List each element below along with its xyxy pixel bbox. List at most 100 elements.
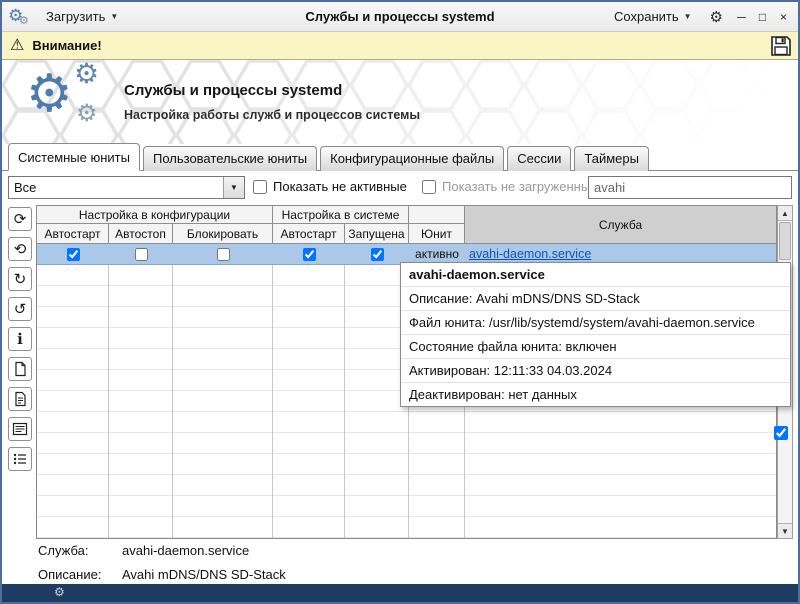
- left-toolbar: ⟳ ⟲ ↻ ↺ ℹ: [8, 207, 34, 471]
- load-menu-label: Загрузить: [46, 9, 105, 24]
- tooltip-description: Описание: Avahi mDNS/DNS SD-Stack: [401, 286, 790, 310]
- running-checkbox[interactable]: [371, 248, 384, 261]
- list-box-icon: [12, 421, 28, 437]
- show-unloaded-label: Показать не загруженные: [442, 179, 597, 194]
- info-icon: ℹ: [17, 332, 23, 347]
- save-menu-button[interactable]: Сохранить ▼: [608, 6, 698, 27]
- app-gears-icon: ⚙ ⚙: [8, 5, 32, 29]
- block-checkbox[interactable]: [217, 248, 230, 261]
- col-header-autostop[interactable]: Автостоп: [109, 224, 173, 244]
- hero-header: ⚙ ⚙ ⚙ Службы и процессы systemd Настройк…: [2, 60, 798, 144]
- scroll-down-button[interactable]: ▼: [778, 523, 792, 538]
- group-header-config: Настройка в конфигурации: [37, 206, 273, 224]
- tab-user-units[interactable]: Пользовательские юниты: [143, 146, 317, 171]
- save-floppy-button[interactable]: [770, 35, 792, 57]
- col-header-autostart-config[interactable]: Автостарт: [37, 224, 109, 244]
- refresh-button[interactable]: ⟳: [8, 207, 32, 231]
- redo-button[interactable]: ↻: [8, 267, 32, 291]
- scrollbar-thumb[interactable]: [779, 222, 791, 260]
- log-file-button[interactable]: [8, 387, 32, 411]
- col-header-block[interactable]: Блокировать: [173, 224, 273, 244]
- arrow-up-icon: ▲: [781, 209, 789, 218]
- warning-bar: ⚠ Внимание!: [2, 32, 798, 60]
- category-combobox[interactable]: Все ▼: [8, 176, 245, 199]
- row-select-checkbox[interactable]: [774, 426, 788, 440]
- arrow-down-icon: ▼: [781, 527, 789, 536]
- gear-icon: ⚙: [76, 102, 98, 126]
- undo-button[interactable]: ↺: [8, 297, 32, 321]
- dependencies-list-button[interactable]: [8, 447, 32, 471]
- autostart-config-checkbox[interactable]: [67, 248, 80, 261]
- show-unloaded-checkbox[interactable]: Показать не загруженные: [422, 179, 597, 194]
- show-inactive-checkbox[interactable]: Показать не активные: [253, 179, 407, 194]
- tooltip-unit-file: Файл юнита: /usr/lib/systemd/system/avah…: [401, 310, 790, 334]
- autostop-checkbox[interactable]: [135, 248, 148, 261]
- warning-icon: ⚠: [10, 38, 24, 54]
- load-menu-button[interactable]: Загрузить ▼: [40, 6, 124, 27]
- minimize-button[interactable]: ─: [735, 10, 748, 24]
- journal-button[interactable]: [8, 417, 32, 441]
- chevron-down-icon: ▼: [230, 183, 238, 192]
- gear-icon: ⚙: [19, 14, 29, 27]
- detail-service-label: Служба:: [38, 543, 122, 558]
- redo-icon: ↻: [14, 272, 27, 287]
- group-header-system: Настройка в системе: [273, 206, 409, 224]
- footer-bar: ⚙: [2, 584, 798, 602]
- info-button[interactable]: ℹ: [8, 327, 32, 351]
- save-menu-label: Сохранить: [614, 9, 679, 24]
- app-logo-gears: ⚙ ⚙ ⚙: [26, 64, 118, 140]
- settings-gear-button[interactable]: ⚙: [710, 8, 723, 26]
- tab-sessions[interactable]: Сессии: [507, 146, 571, 171]
- maximize-button[interactable]: □: [756, 10, 769, 24]
- column-divider: [108, 244, 109, 538]
- refresh-icon: ⟳: [14, 212, 27, 227]
- warning-label: Внимание!: [32, 38, 101, 53]
- service-link[interactable]: avahi-daemon.service: [465, 247, 776, 261]
- col-header-service[interactable]: Служба: [465, 206, 776, 244]
- tooltip-activated: Активирован: 12:11:33 04.03.2024: [401, 358, 790, 382]
- revert-button[interactable]: ⟲: [8, 237, 32, 261]
- page-title: Службы и процессы systemd: [124, 82, 342, 99]
- detail-service-value: avahi-daemon.service: [122, 543, 249, 558]
- page-subtitle: Настройка работы служб и процессов систе…: [124, 108, 420, 122]
- autostart-system-checkbox[interactable]: [303, 248, 316, 261]
- chevron-down-icon: ▼: [684, 12, 692, 21]
- file-lines-icon: [12, 391, 28, 407]
- scroll-up-button[interactable]: ▲: [778, 206, 792, 221]
- tooltip-title: avahi-daemon.service: [401, 263, 790, 286]
- gear-icon: ⚙: [74, 60, 99, 88]
- tab-config-files[interactable]: Конфигурационные файлы: [320, 146, 504, 171]
- show-unloaded-checkbox-input[interactable]: [422, 180, 436, 194]
- table-header: Настройка в конфигурации Настройка в сис…: [37, 206, 776, 244]
- tab-system-units[interactable]: Системные юниты: [8, 143, 140, 171]
- col-header-running[interactable]: Запущена: [345, 224, 409, 244]
- column-divider: [344, 244, 345, 538]
- hero-fade: [2, 60, 798, 144]
- group-header-blank: [409, 206, 465, 224]
- unit-file-button[interactable]: [8, 357, 32, 381]
- file-icon: [12, 361, 28, 377]
- col-header-unit[interactable]: Юнит: [409, 224, 465, 244]
- revert-icon: ⟲: [14, 242, 27, 257]
- tooltip-deactivated: Деактивирован: нет данных: [401, 382, 790, 406]
- combobox-dropdown-button[interactable]: ▼: [223, 177, 244, 198]
- filter-row: Все ▼ Показать не активные Показать не з…: [2, 171, 798, 205]
- tooltip-unit-file-state: Состояние файла юнита: включен: [401, 334, 790, 358]
- unit-state-badge: активно: [409, 247, 465, 261]
- show-inactive-checkbox-input[interactable]: [253, 180, 267, 194]
- search-input[interactable]: [588, 176, 792, 199]
- show-inactive-label: Показать не активные: [273, 179, 407, 194]
- detail-description-value: Avahi mDNS/DNS SD-Stack: [122, 567, 286, 582]
- category-combobox-value: Все: [9, 180, 223, 195]
- tab-timers[interactable]: Таймеры: [574, 146, 649, 171]
- detail-description-label: Описание:: [38, 567, 122, 582]
- app-window: ⚙ ⚙ Загрузить ▼ Службы и процессы system…: [0, 0, 800, 604]
- column-divider: [172, 244, 173, 538]
- bullet-list-icon: [12, 451, 28, 467]
- undo-icon: ↺: [14, 302, 27, 317]
- service-tooltip: avahi-daemon.service Описание: Avahi mDN…: [400, 262, 791, 407]
- col-header-autostart-system[interactable]: Автостарт: [273, 224, 345, 244]
- titlebar: ⚙ ⚙ Загрузить ▼ Службы и процессы system…: [2, 2, 798, 32]
- close-button[interactable]: ×: [777, 10, 790, 24]
- chevron-down-icon: ▼: [110, 12, 118, 21]
